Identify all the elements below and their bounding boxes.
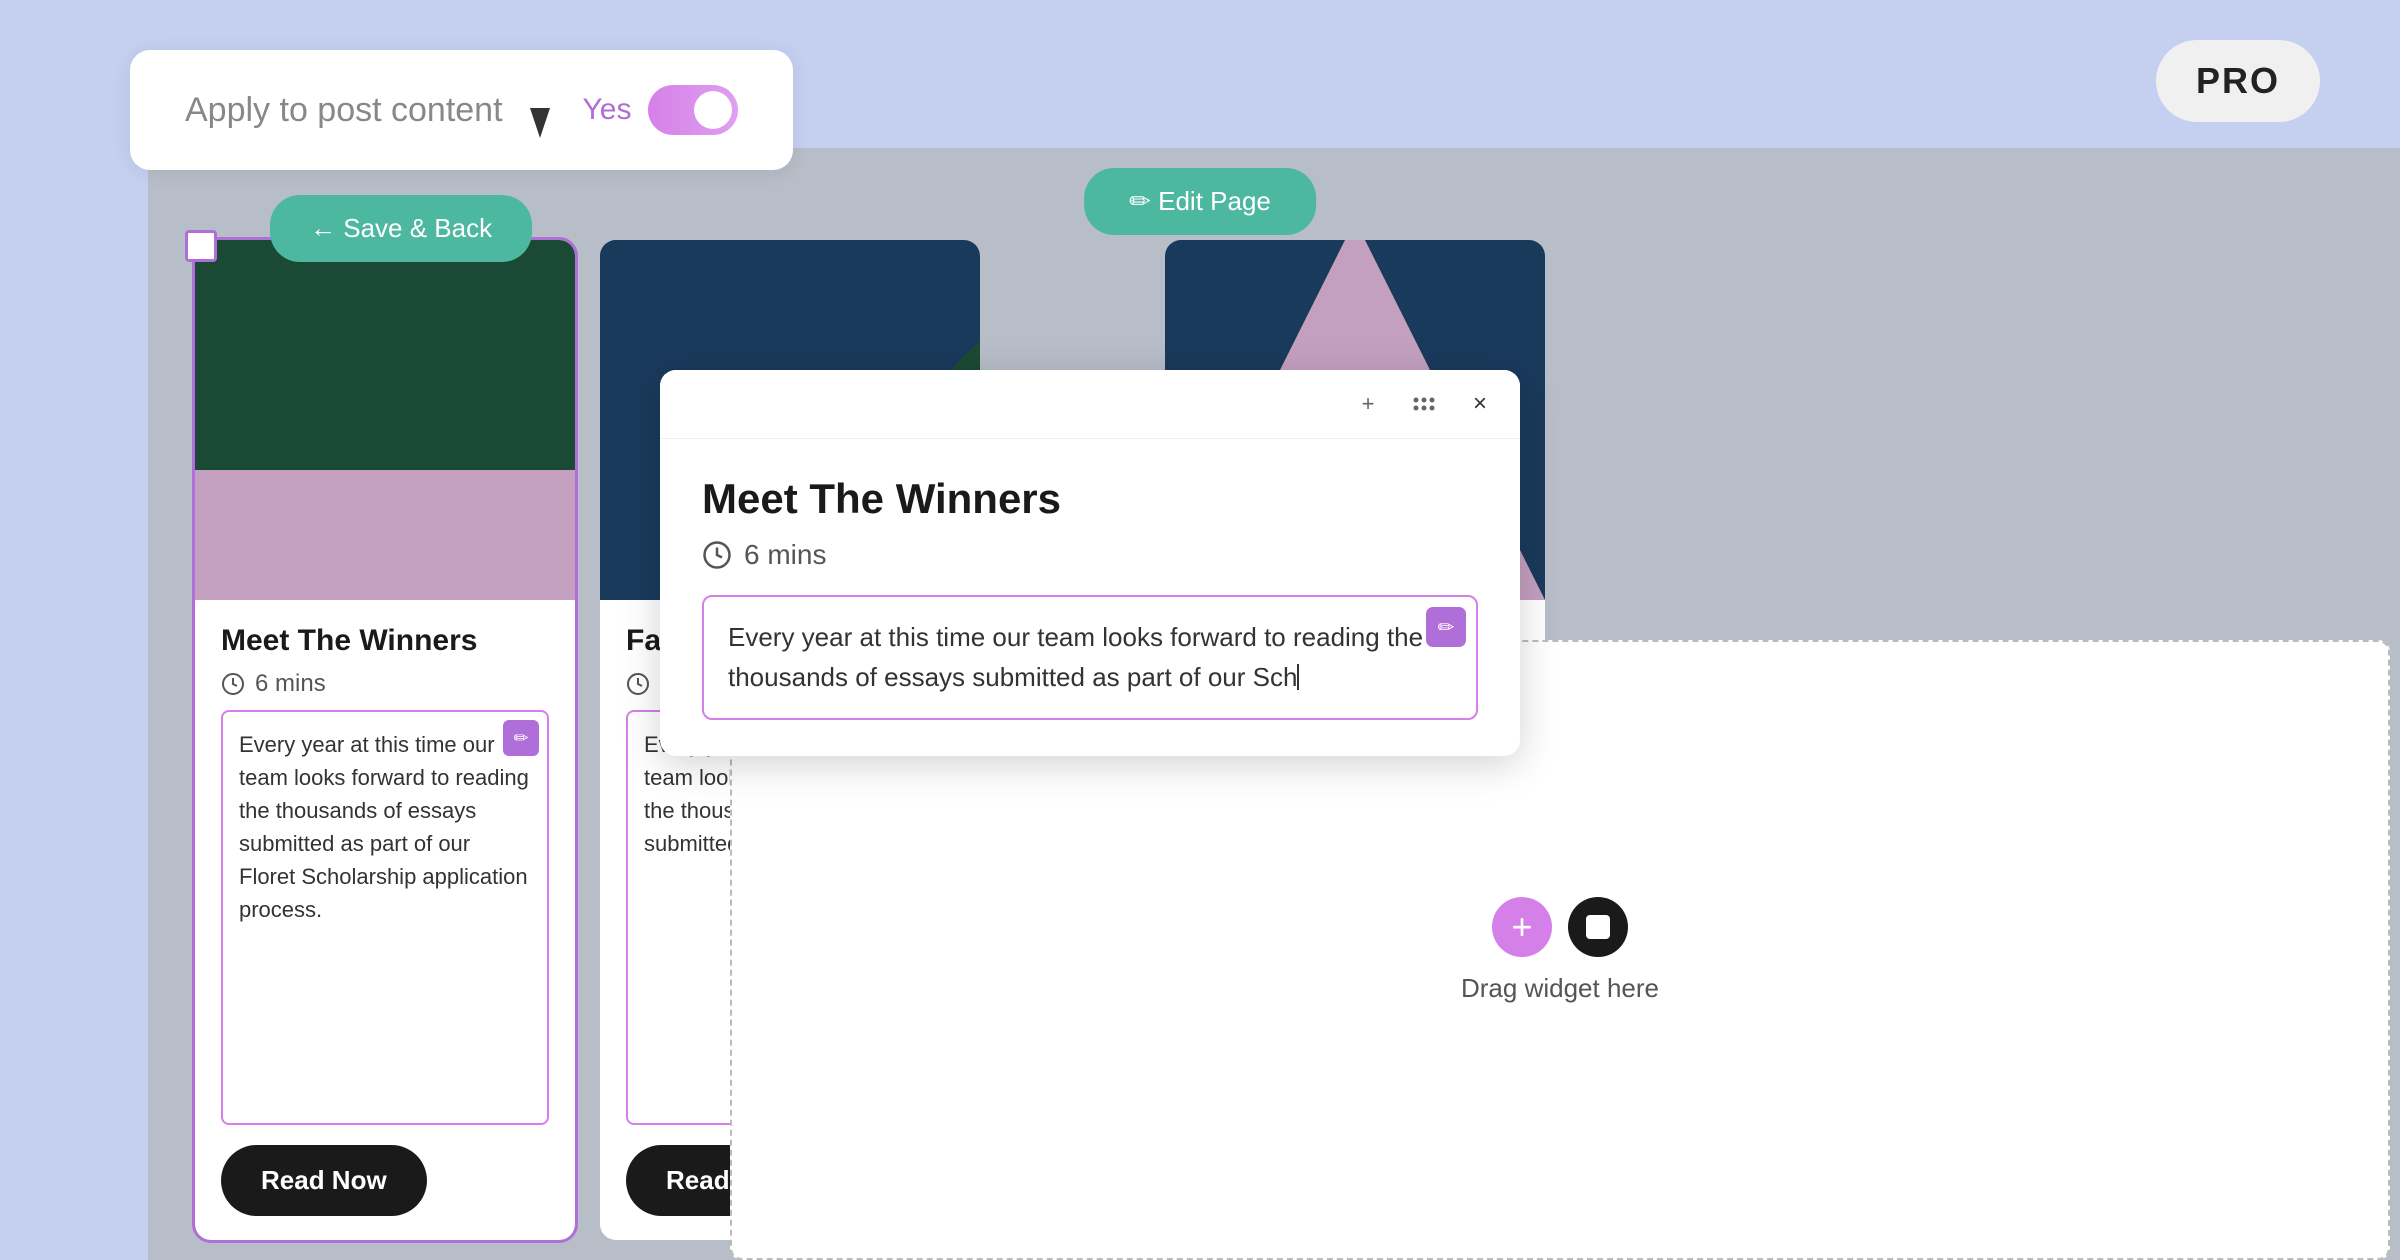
float-add-button[interactable]: + [1348,384,1388,424]
drag-icons: + [1492,897,1628,957]
post-select-checkbox[interactable] [185,230,217,262]
float-panel-content: Meet The Winners 6 mins Every year at th… [660,439,1520,756]
float-drag-button[interactable] [1404,384,1444,424]
drag-widget-label: Drag widget here [1461,973,1659,1004]
float-panel-title: Meet The Winners [702,475,1478,523]
float-panel-excerpt-wrapper[interactable]: Every year at this time our team looks f… [702,595,1478,720]
float-panel-meta: 6 mins [702,539,1478,571]
apply-to-post-toggle[interactable] [648,85,738,135]
toggle-container: Yes [583,85,738,135]
post-card-1-title: Meet The Winners [221,624,549,658]
drag-stop-button[interactable] [1568,897,1628,957]
save-back-button[interactable]: ← Save & Back [270,195,532,262]
apply-panel-label: Apply to post content [185,91,503,130]
clock-icon-2 [626,672,650,696]
cursor-pointer [530,108,558,144]
post-card-1-read-now[interactable]: Read Now [221,1145,427,1216]
toggle-knob [694,91,732,129]
pro-badge: PRO [2156,40,2320,122]
drag-plus-button[interactable]: + [1492,897,1552,957]
post-card-1-meta: 6 mins [221,670,549,698]
edit-page-button[interactable]: ✏ Edit Page [1084,168,1316,235]
toggle-label: Yes [583,93,632,127]
post-card-1-readtime: 6 mins [255,670,326,698]
apply-panel: Apply to post content Yes [130,50,793,170]
float-panel-readtime: 6 mins [744,539,826,571]
float-panel-excerpt: Every year at this time our team looks f… [728,622,1423,692]
post-card-1-image-top [195,240,575,470]
post-card-1-body: Meet The Winners 6 mins Every year at th… [195,600,575,1240]
post-card-1[interactable]: Meet The Winners 6 mins Every year at th… [195,240,575,1240]
text-cursor [1297,664,1299,690]
float-panel-toolbar: + × [660,370,1520,439]
clock-icon-1 [221,672,245,696]
post-card-1-excerpt: Every year at this time our team looks f… [239,732,529,922]
post-card-1-excerpt-wrapper: Every year at this time our team looks f… [221,710,549,1125]
post-card-1-edit-icon[interactable] [503,720,539,756]
float-close-button[interactable]: × [1460,384,1500,424]
float-clock-icon [702,540,732,570]
post-card-1-image-bottom [195,470,575,600]
float-edit-panel: + × Meet The Winners 6 mins Every year a… [660,370,1520,756]
float-panel-edit-icon[interactable] [1426,607,1466,647]
